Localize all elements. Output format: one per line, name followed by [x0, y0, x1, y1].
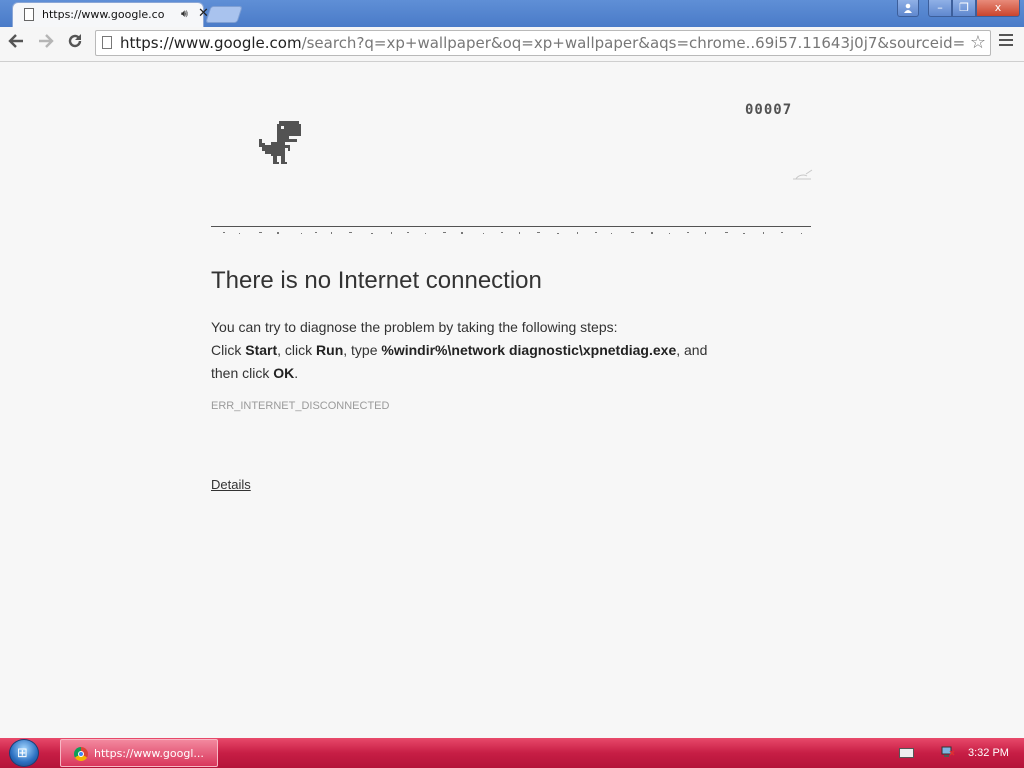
reload-button[interactable]: [64, 32, 86, 54]
title-bar: https://www.google.co 🔊︎ ✕ – ❐ x: [0, 0, 1024, 27]
instructions-steps: Click Start, click Run, type %windir%\ne…: [211, 342, 708, 358]
address-bar[interactable]: https://www.google.com/search?q=xp+wallp…: [95, 30, 991, 56]
windows-logo-icon: ⊞: [17, 746, 28, 761]
taskbar-item-label: https://www.googl...: [94, 747, 204, 760]
ground-line: [211, 226, 811, 227]
user-icon[interactable]: [897, 0, 919, 17]
start-button[interactable]: ⊞: [9, 739, 39, 767]
error-instructions: You can try to diagnose the problem by t…: [211, 316, 791, 385]
browser-tab[interactable]: https://www.google.co 🔊︎ ✕: [12, 2, 209, 27]
page-icon: [24, 8, 34, 21]
new-tab-button[interactable]: [205, 6, 243, 23]
diagnostic-command: %windir%\network diagnostic\xpnetdiag.ex…: [381, 342, 677, 358]
ground-texture: [223, 232, 802, 234]
error-code: ERR_INTERNET_DISCONNECTED: [211, 400, 390, 412]
keyboard-icon[interactable]: [899, 748, 914, 758]
back-button[interactable]: [5, 32, 27, 54]
game-score: 00007: [745, 102, 793, 118]
cloud-icon: [793, 169, 813, 180]
speaker-icon[interactable]: 🔊︎: [181, 7, 188, 21]
url-text[interactable]: https://www.google.com/search?q=xp+wallp…: [120, 34, 965, 52]
chrome-menu-icon[interactable]: [999, 34, 1013, 49]
browser-toolbar: https://www.google.com/search?q=xp+wallp…: [0, 27, 1024, 62]
maximize-button[interactable]: ❐: [952, 0, 976, 17]
taskbar-chrome-item[interactable]: https://www.googl...: [60, 739, 218, 767]
chrome-icon: [74, 747, 88, 761]
tab-title: https://www.google.co: [42, 8, 165, 21]
instructions-intro: You can try to diagnose the problem by t…: [211, 319, 618, 335]
instructions-final: then click OK.: [211, 365, 299, 381]
system-clock[interactable]: 3:32 PM: [968, 747, 1009, 759]
details-link[interactable]: Details: [211, 477, 251, 492]
error-headline: There is no Internet connection: [211, 267, 542, 294]
dinosaur-icon[interactable]: [259, 121, 301, 165]
page-icon: [102, 36, 112, 49]
minimize-button[interactable]: –: [928, 0, 952, 17]
start-keyword: Start: [245, 342, 278, 358]
ok-keyword: OK: [273, 365, 295, 381]
run-keyword: Run: [316, 342, 344, 358]
taskbar: ⊞ https://www.googl... 3:32 PM: [0, 738, 1024, 768]
network-disconnected-icon[interactable]: [941, 746, 955, 758]
bookmark-star-icon[interactable]: ☆: [970, 32, 986, 53]
forward-button[interactable]: [35, 32, 57, 54]
close-window-button[interactable]: x: [976, 0, 1020, 17]
